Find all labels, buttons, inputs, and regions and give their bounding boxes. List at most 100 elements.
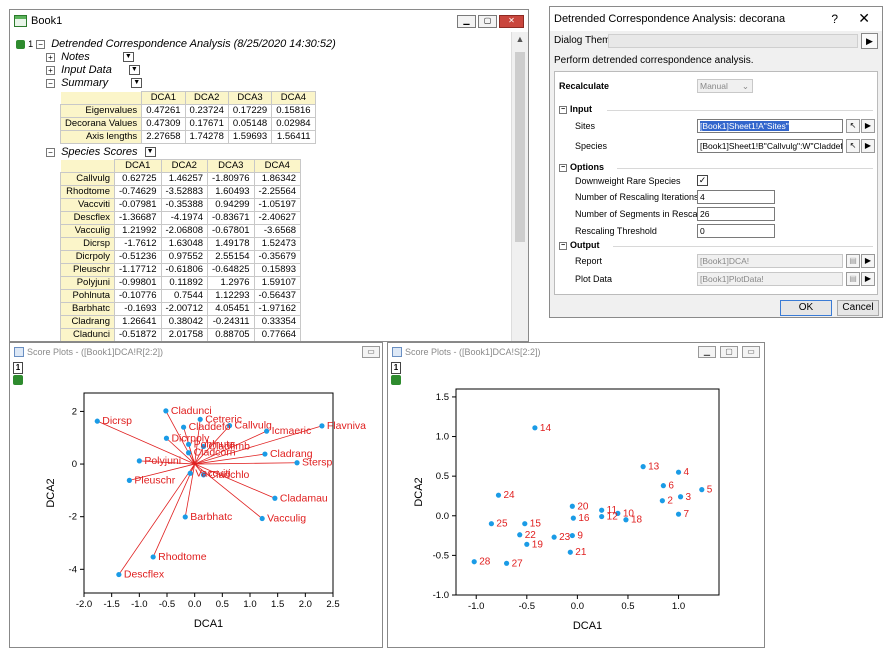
data-point — [181, 424, 187, 430]
input-section-label: Input — [570, 104, 592, 114]
species-cell: -1.05197 — [253, 198, 302, 212]
species-cell: -0.35388 — [160, 198, 209, 212]
arrow-right-icon[interactable]: ▶ — [861, 254, 875, 268]
chevron-down-icon[interactable]: ▼ — [122, 52, 134, 63]
species-cell: -0.07981 — [114, 198, 162, 212]
downweight-label: Downweight Rare Species — [575, 176, 681, 186]
species-cell: 0.38042 — [160, 315, 209, 329]
collapse-icon[interactable]: − — [559, 163, 567, 172]
summary-cell: 1.56411 — [271, 130, 316, 144]
point-label: Vacculig — [267, 513, 306, 525]
summary-row-label: Eigenvalues — [59, 104, 143, 118]
data-point — [699, 487, 705, 493]
minimize-button[interactable]: ▁ — [457, 14, 476, 28]
score-plot-window-left[interactable]: Score Plots - ([Book1]DCA!R[2:2]) ▭ 1 -2… — [9, 342, 383, 648]
plot-data-input[interactable]: [Book1]PlotData! — [697, 272, 843, 286]
recalculate-select[interactable]: Manual ⌄ — [697, 79, 753, 93]
vertical-scrollbar[interactable]: ▲ — [511, 32, 528, 341]
species-cell: -0.1693 — [114, 302, 162, 316]
species-input[interactable]: [Book1]Sheet1!B"Callvulg":W"Claddefo" — [697, 139, 843, 153]
collapse-icon[interactable]: − — [559, 105, 567, 114]
point-label: Descflex — [124, 569, 165, 581]
book1-window[interactable]: Book1 ▁ ▢ ✕ 1 − Detrended Correspondence… — [9, 9, 529, 342]
dca-dialog[interactable]: Detrended Correspondence Analysis: decor… — [549, 6, 883, 318]
point-label: 4 — [684, 467, 690, 478]
data-point — [675, 511, 682, 517]
summary-table: DCA1 DCA2 DCA3 DCA4 Eigenvalues 0.47261 0.237… — [59, 91, 316, 144]
point-label: 24 — [503, 490, 515, 501]
output-section-header[interactable]: − Output — [559, 240, 600, 250]
recalculate-label: Recalculate — [559, 81, 610, 91]
dialog-theme-field[interactable] — [608, 34, 858, 48]
range-select-icon[interactable]: ↖ — [846, 139, 860, 153]
report-input[interactable]: [Book1]DCA! — [697, 254, 843, 268]
rescaling-iterations-input[interactable]: 4 — [697, 190, 775, 204]
y-axis-label: DCA2 — [413, 477, 425, 506]
cancel-button[interactable]: Cancel — [837, 300, 879, 316]
species-row: Pohlnuta -0.10776 0.7544 1.12293 -0.56437 — [60, 289, 302, 303]
species-cell: 1.46257 — [160, 172, 209, 186]
tree-summary[interactable]: − Summary ▼ — [12, 77, 510, 90]
x-tick-label: 0.0 — [188, 599, 201, 610]
tree-species-scores[interactable]: − Species Scores ▼ — [12, 146, 510, 159]
expand-icon[interactable]: + — [46, 65, 55, 75]
ok-button[interactable]: OK — [780, 300, 832, 316]
theme-arrow-icon[interactable]: ▶ — [861, 33, 878, 49]
arrow-right-icon[interactable]: ▶ — [861, 119, 875, 133]
collapse-icon[interactable]: − — [46, 147, 55, 157]
output-options-icon[interactable]: ▤ — [846, 272, 860, 286]
help-button[interactable]: ? — [831, 12, 838, 26]
collapse-icon[interactable]: − — [559, 241, 567, 250]
close-button[interactable]: ✕ — [499, 14, 524, 28]
species-cell: -2.40627 — [253, 211, 302, 225]
chevron-down-icon[interactable]: ▼ — [131, 78, 143, 89]
species-row-label: Vacculig — [60, 224, 115, 238]
x-tick-label: 1.5 — [271, 599, 284, 610]
tree-input-data[interactable]: + Input Data ▼ — [12, 64, 510, 77]
scroll-thumb[interactable] — [515, 52, 525, 242]
data-point — [522, 521, 528, 527]
segments-input[interactable]: 26 — [697, 207, 775, 221]
expand-icon[interactable]: + — [46, 52, 55, 62]
section-divider — [617, 168, 873, 169]
species-row-label: Descflex — [60, 211, 115, 225]
threshold-input[interactable]: 0 — [697, 224, 775, 238]
species-cell: -0.64825 — [207, 263, 255, 277]
arrow-right-icon[interactable]: ▶ — [861, 272, 875, 286]
species-cell: -0.67801 — [207, 224, 255, 238]
tree-notes[interactable]: + Notes ▼ — [12, 51, 510, 64]
species-cell: 4.05451 — [207, 302, 255, 316]
collapse-icon[interactable]: − — [46, 78, 55, 88]
input-section-header[interactable]: − Input — [559, 104, 592, 114]
sites-input[interactable]: [Book1]Sheet1!A"Sites" — [697, 119, 843, 133]
book1-titlebar[interactable]: Book1 ▁ ▢ ✕ — [10, 10, 528, 32]
species-row: Dicrsp -1.7612 1.63048 1.49178 1.52473 — [60, 237, 302, 251]
chevron-down-icon[interactable]: ▼ — [128, 65, 140, 76]
options-section-header[interactable]: − Options — [559, 162, 604, 172]
point-label: 23 — [559, 532, 571, 543]
species-value: [Book1]Sheet1!B"Callvulg":W"Claddefo" — [700, 141, 843, 151]
downweight-checkbox[interactable]: ✓ — [697, 175, 708, 186]
x-axis-label: DCA1 — [194, 618, 223, 630]
output-options-icon[interactable]: ▤ — [846, 254, 860, 268]
score-plot-window-right[interactable]: Score Plots - ([Book1]DCA!S[2:2]) ▁ ▢ ▭ … — [387, 342, 765, 648]
data-point — [187, 470, 193, 476]
point-label: Cladamau — [280, 492, 328, 504]
collapse-icon[interactable]: − — [36, 39, 46, 49]
species-scores-table: DCA1 DCA2 DCA3 DCA4 Callvulg 0.62725 1.46257-… — [60, 159, 302, 341]
species-vector — [194, 462, 298, 465]
chevron-down-icon[interactable]: ▼ — [144, 147, 156, 158]
range-select-icon[interactable]: ↖ — [846, 119, 860, 133]
maximize-button[interactable]: ▢ — [478, 14, 497, 28]
arrow-right-icon[interactable]: ▶ — [861, 139, 875, 153]
data-point — [126, 477, 132, 483]
data-point — [488, 521, 495, 527]
scroll-up-icon[interactable]: ▲ — [512, 34, 528, 44]
tree-root[interactable]: 1 − Detrended Correspondence Analysis (8… — [12, 38, 510, 51]
data-point — [659, 498, 665, 504]
species-row: Pleuschr -1.17712 -0.61806 -0.64825 0.15893 — [60, 263, 302, 277]
dialog-close-button[interactable]: ✕ — [858, 10, 870, 27]
species-cell: 1.49178 — [207, 237, 255, 251]
summary-row: Decorana Values 0.47309 0.17671 0.05148 0.02… — [59, 117, 316, 131]
species-row: Cladrang 1.26641 0.38042 -0.24311 0.33354 — [60, 315, 302, 329]
